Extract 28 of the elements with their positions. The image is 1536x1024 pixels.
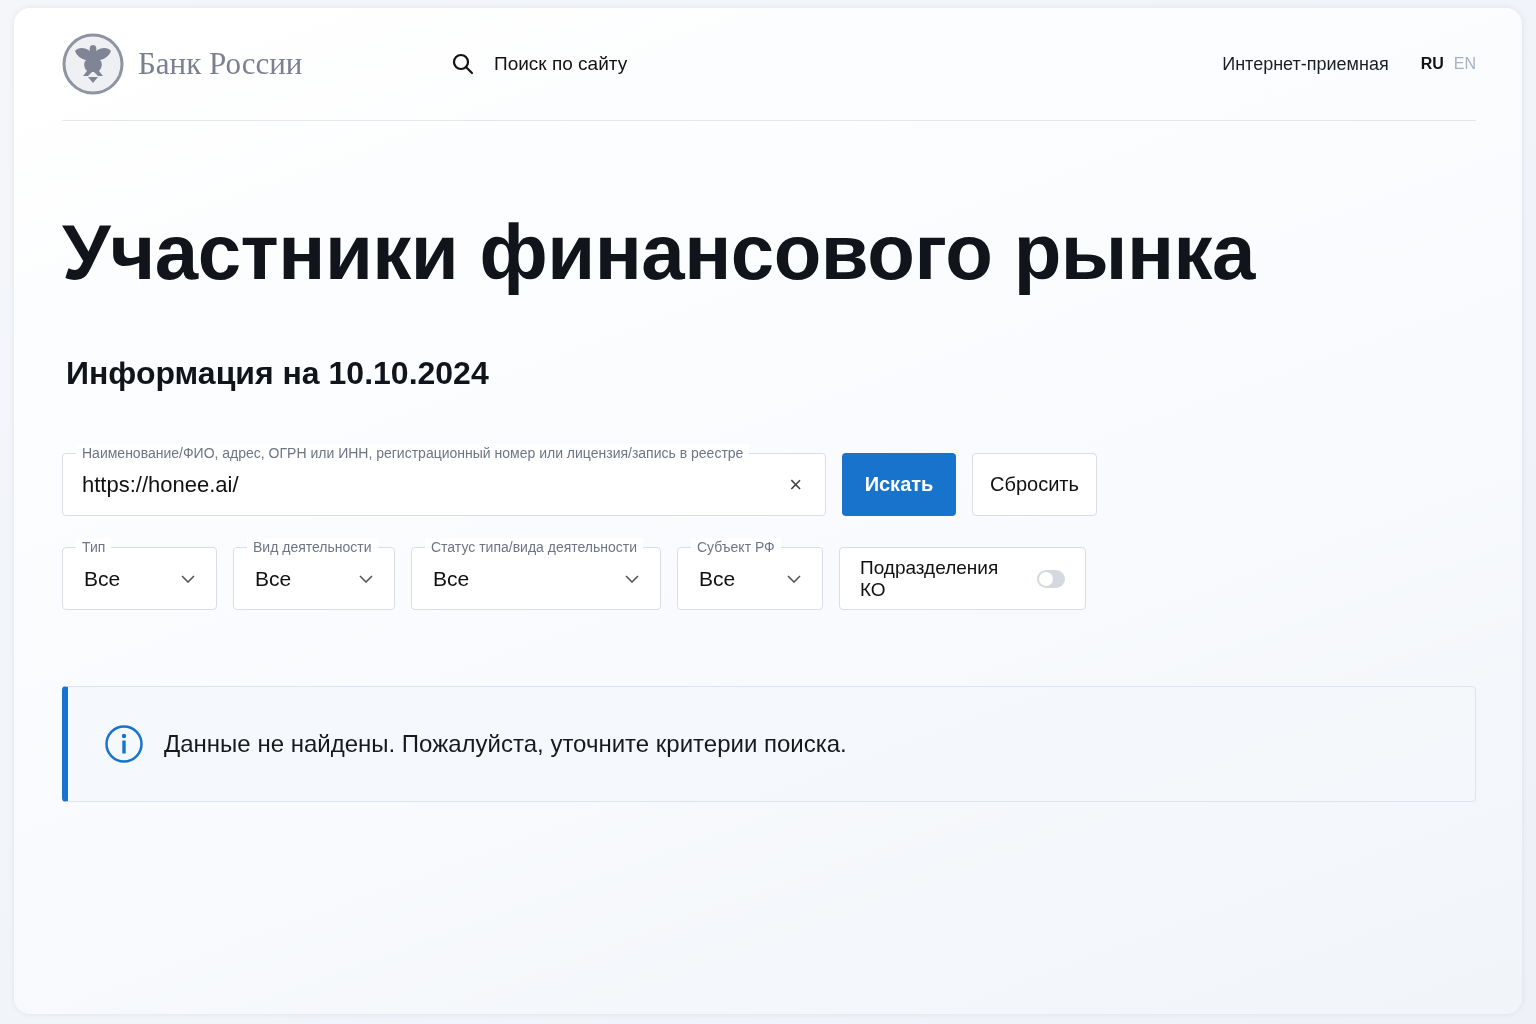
toggle-switch[interactable] bbox=[1036, 569, 1065, 588]
reset-button[interactable]: Сбросить bbox=[972, 453, 1097, 516]
info-icon bbox=[104, 724, 144, 764]
field-label: Вид деятельности bbox=[247, 538, 378, 556]
chevron-down-icon bbox=[359, 574, 373, 583]
chevron-down-icon bbox=[181, 574, 195, 583]
alert-message: Данные не найдены. Пожалуйста, уточните критерии поиска. bbox=[164, 730, 847, 758]
field-label: Субъект РФ bbox=[691, 538, 781, 556]
info-date: Информация на 10.10.2024 bbox=[66, 355, 490, 392]
toggle-option[interactable]: Подразделения КО bbox=[839, 547, 1086, 610]
chevron-down-icon bbox=[625, 574, 639, 583]
select-field[interactable]: Вид деятельности Все bbox=[233, 538, 395, 610]
field-label: Наименование/ФИО, адрес, ОГРН или ИНН, регистрационный номер или лицензия/запись в реестре bbox=[76, 444, 750, 462]
select-field[interactable]: Тип Все bbox=[62, 538, 217, 610]
emblem-icon bbox=[62, 33, 124, 95]
search-icon bbox=[452, 53, 474, 75]
logo-text[interactable]: Банк России bbox=[138, 46, 303, 82]
page-title: Участники финансового рынка bbox=[62, 207, 1257, 297]
language-link[interactable]: RU bbox=[1420, 55, 1444, 73]
select-field[interactable]: Статус типа/вида деятельности Все bbox=[411, 538, 661, 610]
reception-link[interactable]: Интернет-приемная bbox=[1222, 53, 1389, 75]
field-label: Статус типа/вида деятельности bbox=[425, 538, 644, 556]
chevron-down-icon bbox=[787, 574, 801, 583]
site-search-button[interactable]: Поиск по сайту bbox=[452, 53, 628, 75]
clear-button[interactable]: × bbox=[785, 471, 806, 498]
search-button[interactable]: Искать bbox=[842, 453, 956, 516]
select-field[interactable]: Субъект РФ Все bbox=[677, 538, 823, 610]
search-field[interactable]: Наименование/ФИО, адрес, ОГРН или ИНН, регистрационный номер или лицензия/запись в реестре https://honee.ai/ × bbox=[62, 444, 826, 516]
